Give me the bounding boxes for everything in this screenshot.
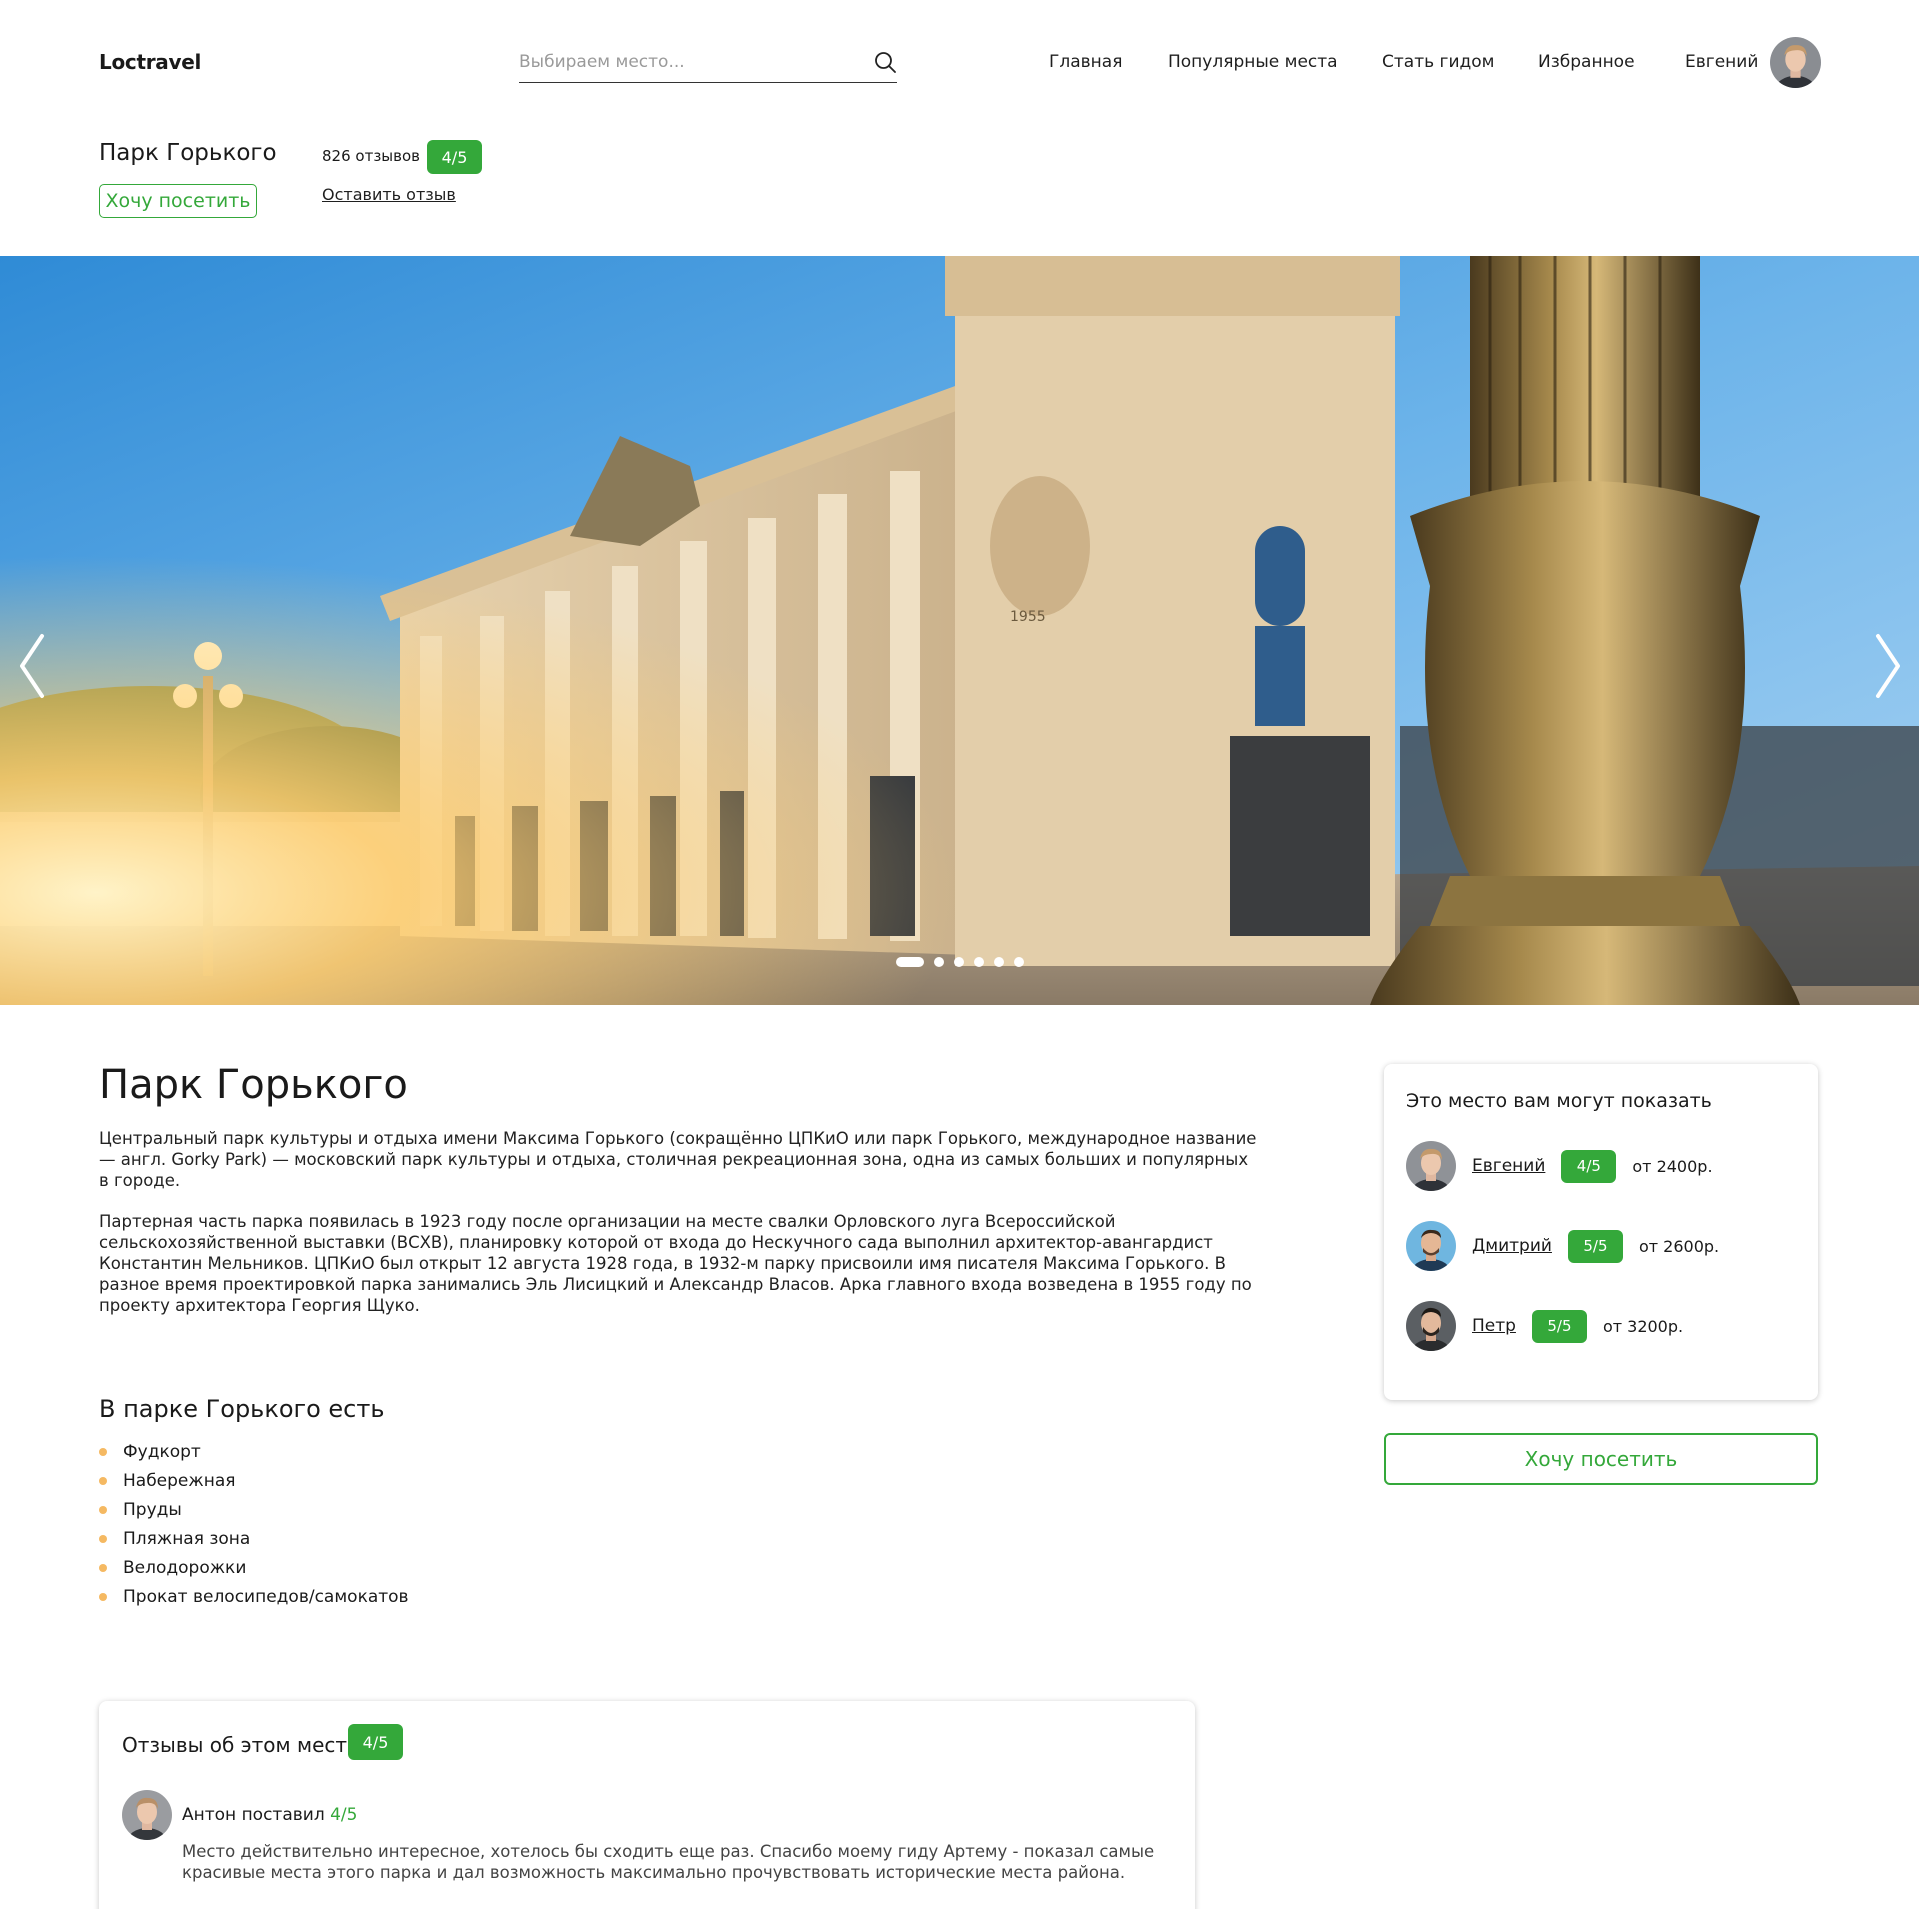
bullet-icon xyxy=(99,1563,107,1572)
review-text: Место действительно интересное, хотелось… xyxy=(182,1842,1155,1882)
guide-rating-badge: 5/5 xyxy=(1567,1229,1623,1263)
description-paragraph: Центральный парк культуры и отдыха имени… xyxy=(99,1129,1257,1190)
feature-item: Пруды xyxy=(99,1495,409,1524)
reviews-card: Отзывы об этом месте 4/5 Антон поставил … xyxy=(99,1701,1195,1909)
guide-row: Дмитрий 5/5 от 2600р. xyxy=(1406,1220,1719,1272)
search-icon[interactable] xyxy=(873,50,897,74)
leave-review-link[interactable]: Оставить отзыв xyxy=(322,185,456,204)
feature-item: Набережная xyxy=(99,1466,409,1495)
guides-title: Это место вам могут показать xyxy=(1406,1090,1712,1112)
nav-become-guide[interactable]: Стать гидом xyxy=(1382,52,1494,72)
guide-row: Евгений 4/5 от 2400р. xyxy=(1406,1140,1713,1192)
guide-rating-badge: 4/5 xyxy=(1561,1149,1617,1183)
guide-avatar[interactable] xyxy=(1406,1301,1456,1351)
bullet-icon xyxy=(99,1505,107,1514)
features-title: В парке Горького есть xyxy=(99,1395,385,1423)
guide-avatar[interactable] xyxy=(1406,1141,1456,1191)
user-name[interactable]: Евгений xyxy=(1685,52,1758,72)
reviews-title: Отзывы об этом месте xyxy=(122,1733,360,1757)
gallery-dot[interactable] xyxy=(934,957,944,967)
feature-item: Фудкорт xyxy=(99,1437,409,1466)
want-visit-button[interactable]: Хочу посетить xyxy=(99,184,257,218)
review-author-name: Антон поставил xyxy=(182,1805,331,1825)
guide-name-link[interactable]: Евгений xyxy=(1472,1156,1545,1176)
feature-item: Прокат велосипедов/самокатов xyxy=(99,1582,409,1611)
guide-price: от 3200р. xyxy=(1602,1316,1684,1336)
guide-name-link[interactable]: Дмитрий xyxy=(1472,1236,1552,1256)
logo[interactable]: Loctravel xyxy=(99,50,201,74)
reviews-rating-badge: 4/5 xyxy=(348,1724,403,1760)
feature-item: Велодорожки xyxy=(99,1553,409,1582)
place-title: Парк Горького xyxy=(99,140,277,166)
features-list: Фудкорт Набережная Пруды Пляжная зона Ве… xyxy=(99,1437,409,1611)
search-input[interactable] xyxy=(519,44,859,80)
gallery-dot[interactable] xyxy=(954,957,964,967)
guide-price: от 2600р. xyxy=(1638,1236,1720,1256)
gallery-image: 1955 xyxy=(0,256,1919,1005)
guides-card: Это место вам могут показать Евгений 4/5… xyxy=(1384,1064,1818,1400)
rating-badge: 4/5 xyxy=(427,140,482,174)
review-author: Антон поставил 4/5 xyxy=(182,1805,357,1825)
guide-rating-badge: 5/5 xyxy=(1531,1309,1587,1343)
review-score: 4/5 xyxy=(330,1805,358,1825)
bullet-icon xyxy=(99,1592,107,1601)
description-paragraph: Партерная часть парка появилась в 1923 г… xyxy=(99,1212,1252,1315)
nav-favorites[interactable]: Избранное xyxy=(1538,52,1635,72)
gallery-dot[interactable] xyxy=(994,957,1004,967)
prev-slide-arrow[interactable] xyxy=(12,626,52,706)
bullet-icon xyxy=(99,1447,107,1456)
reviews-count[interactable]: 826 отзывов xyxy=(322,147,420,165)
guide-row: Петр 5/5 от 3200р. xyxy=(1406,1300,1683,1352)
nav-popular-places[interactable]: Популярные места xyxy=(1168,52,1338,72)
user-avatar[interactable] xyxy=(1770,37,1821,88)
gallery-dot[interactable] xyxy=(896,957,924,967)
guide-price: от 2400р. xyxy=(1632,1156,1713,1176)
gallery-dot[interactable] xyxy=(974,957,984,967)
page-heading: Парк Горького xyxy=(99,1062,408,1108)
next-slide-arrow[interactable] xyxy=(1868,626,1908,706)
search-bar[interactable] xyxy=(519,44,897,83)
gallery-dot[interactable] xyxy=(1014,957,1024,967)
feature-item: Пляжная зона xyxy=(99,1524,409,1553)
guide-avatar[interactable] xyxy=(1406,1221,1456,1271)
place-description: Центральный парк культуры и отдыха имени… xyxy=(99,1128,1259,1316)
guide-name-link[interactable]: Петр xyxy=(1472,1316,1516,1336)
gallery-pagination xyxy=(896,957,1024,967)
nav-home[interactable]: Главная xyxy=(1049,52,1122,72)
photo-gallery[interactable]: 1955 xyxy=(0,256,1919,1005)
bullet-icon xyxy=(99,1534,107,1543)
bullet-icon xyxy=(99,1476,107,1485)
reviewer-avatar[interactable] xyxy=(122,1790,172,1840)
want-visit-main-button[interactable]: Хочу посетить xyxy=(1384,1433,1818,1485)
